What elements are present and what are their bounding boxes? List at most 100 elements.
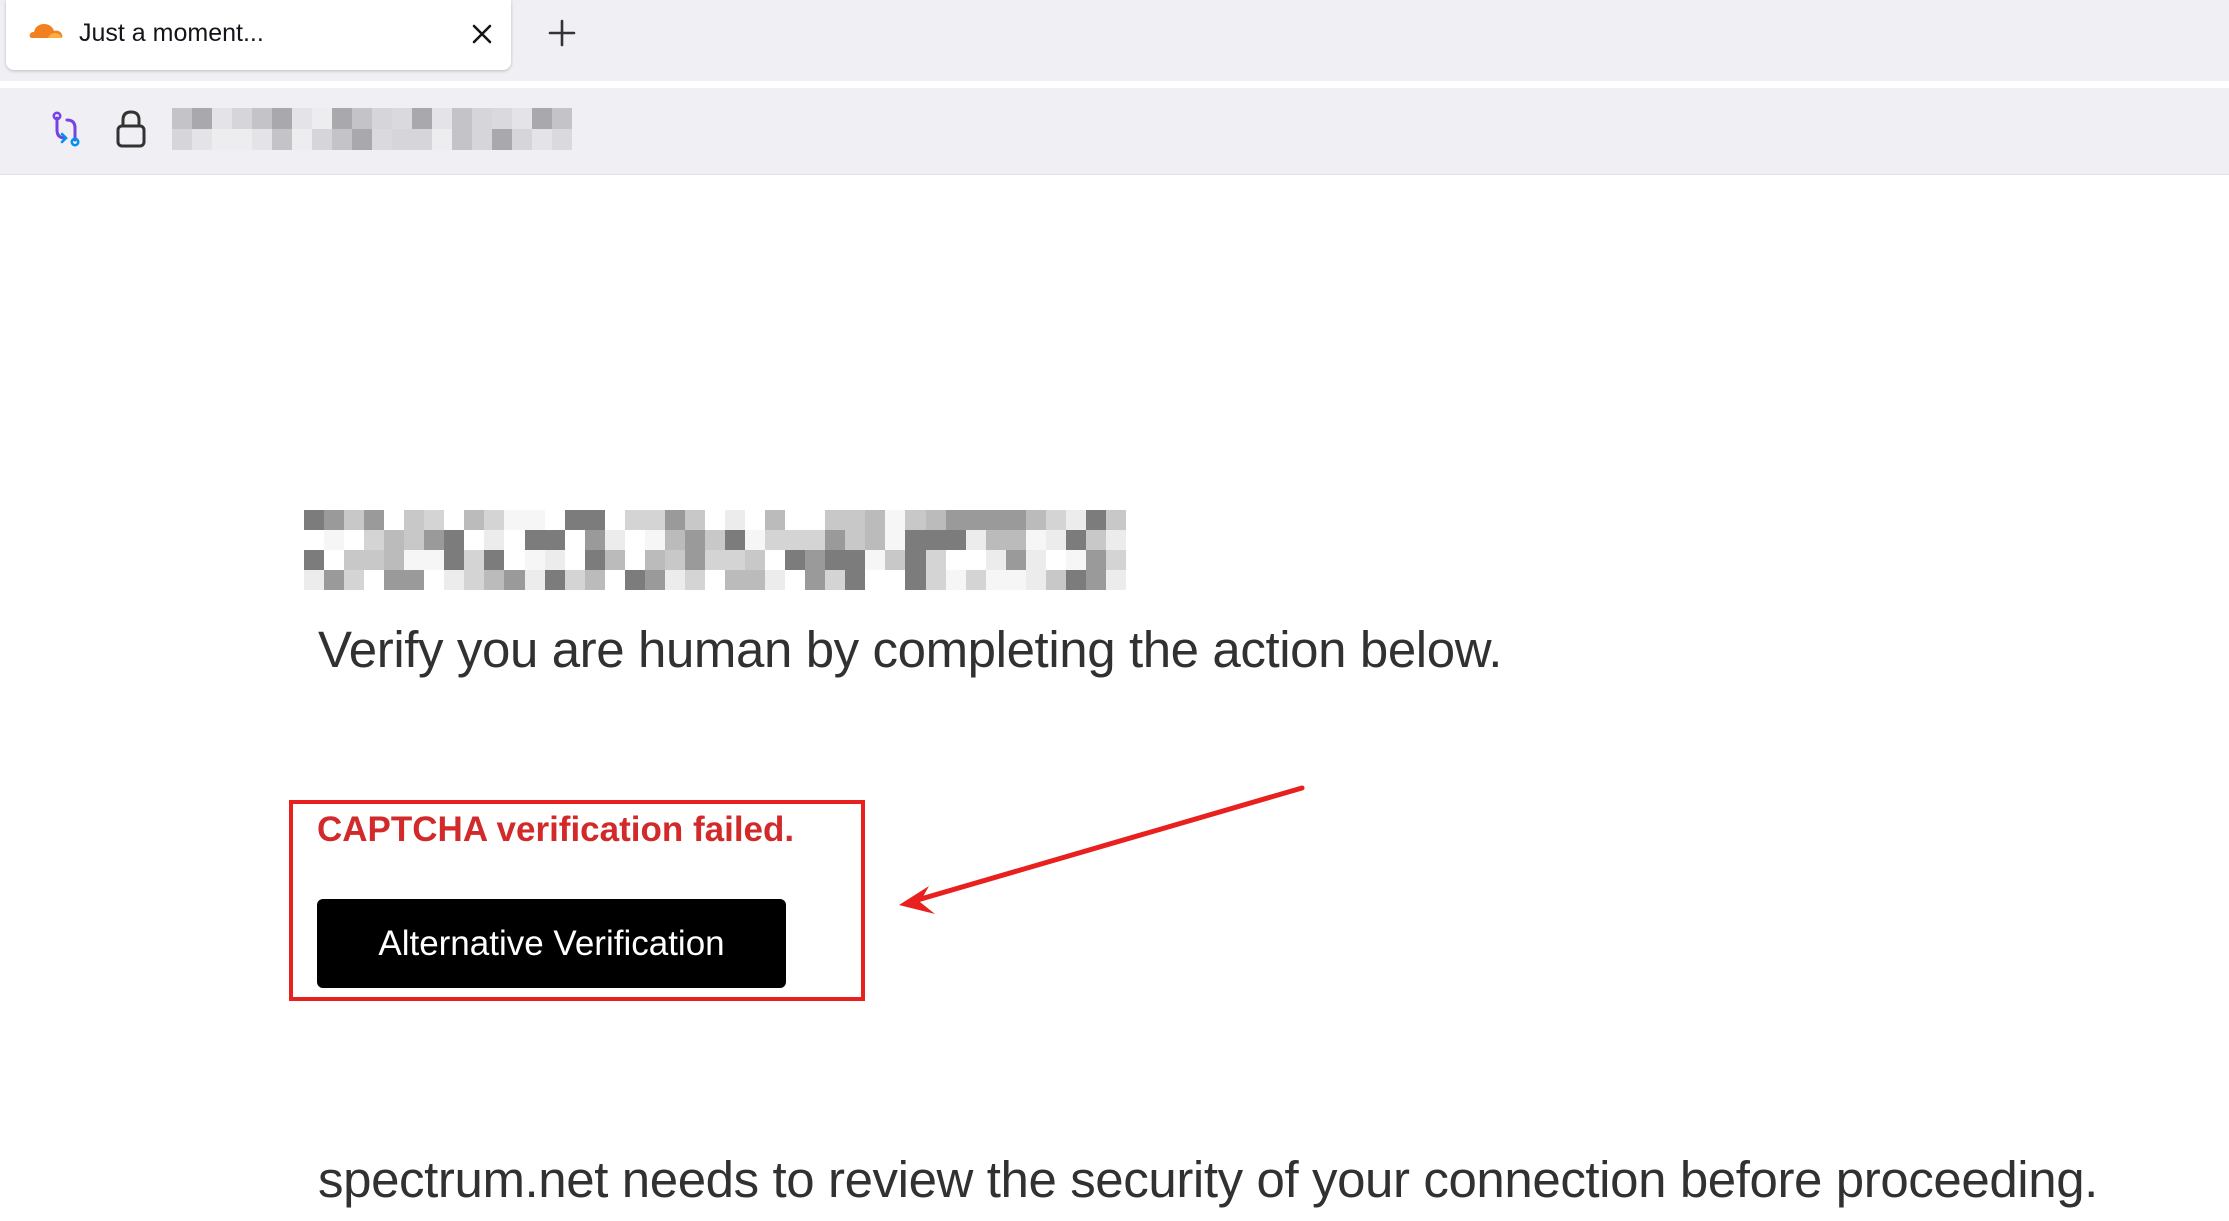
redaction-pixel xyxy=(444,510,465,530)
redaction-pixel xyxy=(1065,550,1086,570)
redaction-pixel xyxy=(785,550,806,570)
redaction-pixel xyxy=(925,510,946,530)
page-heading: Verify you are human by completing the a… xyxy=(318,621,1503,678)
redaction-pixel xyxy=(584,570,605,590)
lock-icon[interactable] xyxy=(113,107,149,151)
redaction-pixel xyxy=(532,108,552,129)
redaction-pixel xyxy=(905,530,926,550)
redaction-pixel xyxy=(192,129,212,150)
redaction-pixel xyxy=(472,108,492,129)
redaction-pixel xyxy=(1005,510,1026,530)
redaction-pixel xyxy=(1085,510,1106,530)
redaction-pixel xyxy=(404,510,425,530)
redaction-pixel xyxy=(192,108,212,129)
redaction-pixel xyxy=(1045,530,1066,550)
redaction-pixel xyxy=(384,570,405,590)
redaction-pixel xyxy=(664,510,685,530)
redaction-pixel xyxy=(624,510,645,530)
redaction-pixel xyxy=(444,570,465,590)
redaction-pixel xyxy=(524,570,545,590)
redaction-pixel xyxy=(432,108,452,129)
redaction-pixel xyxy=(1105,510,1126,530)
redaction-pixel xyxy=(1005,530,1026,550)
redaction-pixel xyxy=(464,530,485,550)
redaction-pixel xyxy=(664,550,685,570)
redaction-pixel xyxy=(624,570,645,590)
redaction-pixel xyxy=(604,530,625,550)
redaction-pixel xyxy=(765,510,786,530)
redaction-pixel xyxy=(925,570,946,590)
redaction-pixel xyxy=(392,108,412,129)
redaction-pixel xyxy=(905,550,926,570)
redaction-pixel xyxy=(504,570,525,590)
redaction-pixel xyxy=(504,510,525,530)
redaction-pixel xyxy=(805,530,826,550)
redaction-pixel xyxy=(344,510,365,530)
redaction-pixel xyxy=(212,108,232,129)
redaction-pixel xyxy=(304,550,325,570)
redaction-pixel xyxy=(404,550,425,570)
redaction-pixel xyxy=(304,570,325,590)
redaction-pixel xyxy=(865,510,886,530)
redaction-pixel xyxy=(624,550,645,570)
redaction-pixel xyxy=(324,530,345,550)
redaction-pixel xyxy=(504,530,525,550)
redaction-pixel xyxy=(965,570,986,590)
redaction-pixel xyxy=(725,530,746,550)
redaction-pixel xyxy=(624,530,645,550)
redaction-pixel xyxy=(1005,550,1026,570)
redaction-pixel xyxy=(452,129,472,150)
redaction-pixel xyxy=(684,530,705,550)
redaction-pixel xyxy=(785,530,806,550)
cloudflare-cloud-icon xyxy=(29,24,63,38)
redaction-pixel xyxy=(492,108,512,129)
alternative-verification-button[interactable]: Alternative Verification xyxy=(317,899,786,988)
redaction-pixel xyxy=(544,570,565,590)
redaction-pixel xyxy=(544,550,565,570)
redaction-pixel xyxy=(885,530,906,550)
redaction-pixel xyxy=(985,510,1006,530)
redaction-pixel xyxy=(985,570,1006,590)
redaction-pixel xyxy=(372,129,392,150)
redaction-pixel xyxy=(865,530,886,550)
redaction-pixel xyxy=(745,570,766,590)
redaction-pixel xyxy=(1045,510,1066,530)
redaction-pixel xyxy=(392,129,412,150)
tracking-protection-icon[interactable] xyxy=(47,108,85,150)
redaction-pixel xyxy=(644,570,665,590)
plus-icon[interactable] xyxy=(543,14,581,52)
redaction-pixel xyxy=(524,510,545,530)
redaction-pixel xyxy=(845,550,866,570)
redaction-pixel xyxy=(364,570,385,590)
redaction-pixel xyxy=(344,550,365,570)
redaction-pixel xyxy=(1085,570,1106,590)
redaction-pixel xyxy=(424,550,445,570)
redaction-pixel xyxy=(324,570,345,590)
redaction-pixel xyxy=(444,550,465,570)
redaction-pixel xyxy=(725,570,746,590)
redaction-pixel xyxy=(704,530,726,550)
redaction-pixel xyxy=(304,530,325,550)
redaction-pixel xyxy=(312,129,332,150)
redaction-pixel xyxy=(344,570,365,590)
redaction-pixel xyxy=(484,550,505,570)
redaction-pixel xyxy=(272,129,292,150)
redaction-pixel xyxy=(745,530,766,550)
redaction-pixel xyxy=(552,129,572,150)
redaction-pixel xyxy=(484,510,505,530)
redaction-pixel xyxy=(885,510,906,530)
browser-tab[interactable]: Just a moment... xyxy=(6,0,511,70)
redaction-pixel xyxy=(464,510,485,530)
redaction-pixel xyxy=(544,510,565,530)
redaction-pixel xyxy=(484,530,505,550)
url-field-redacted[interactable] xyxy=(172,108,572,150)
redaction-pixel xyxy=(464,550,485,570)
redaction-pixel xyxy=(1025,570,1046,590)
redaction-pixel xyxy=(172,108,192,129)
redaction-pixel xyxy=(945,550,966,570)
redaction-pixel xyxy=(845,570,866,590)
redaction-pixel xyxy=(384,550,405,570)
redaction-pixel xyxy=(725,550,746,570)
navigation-bar xyxy=(0,88,2229,175)
close-icon[interactable] xyxy=(464,16,500,52)
